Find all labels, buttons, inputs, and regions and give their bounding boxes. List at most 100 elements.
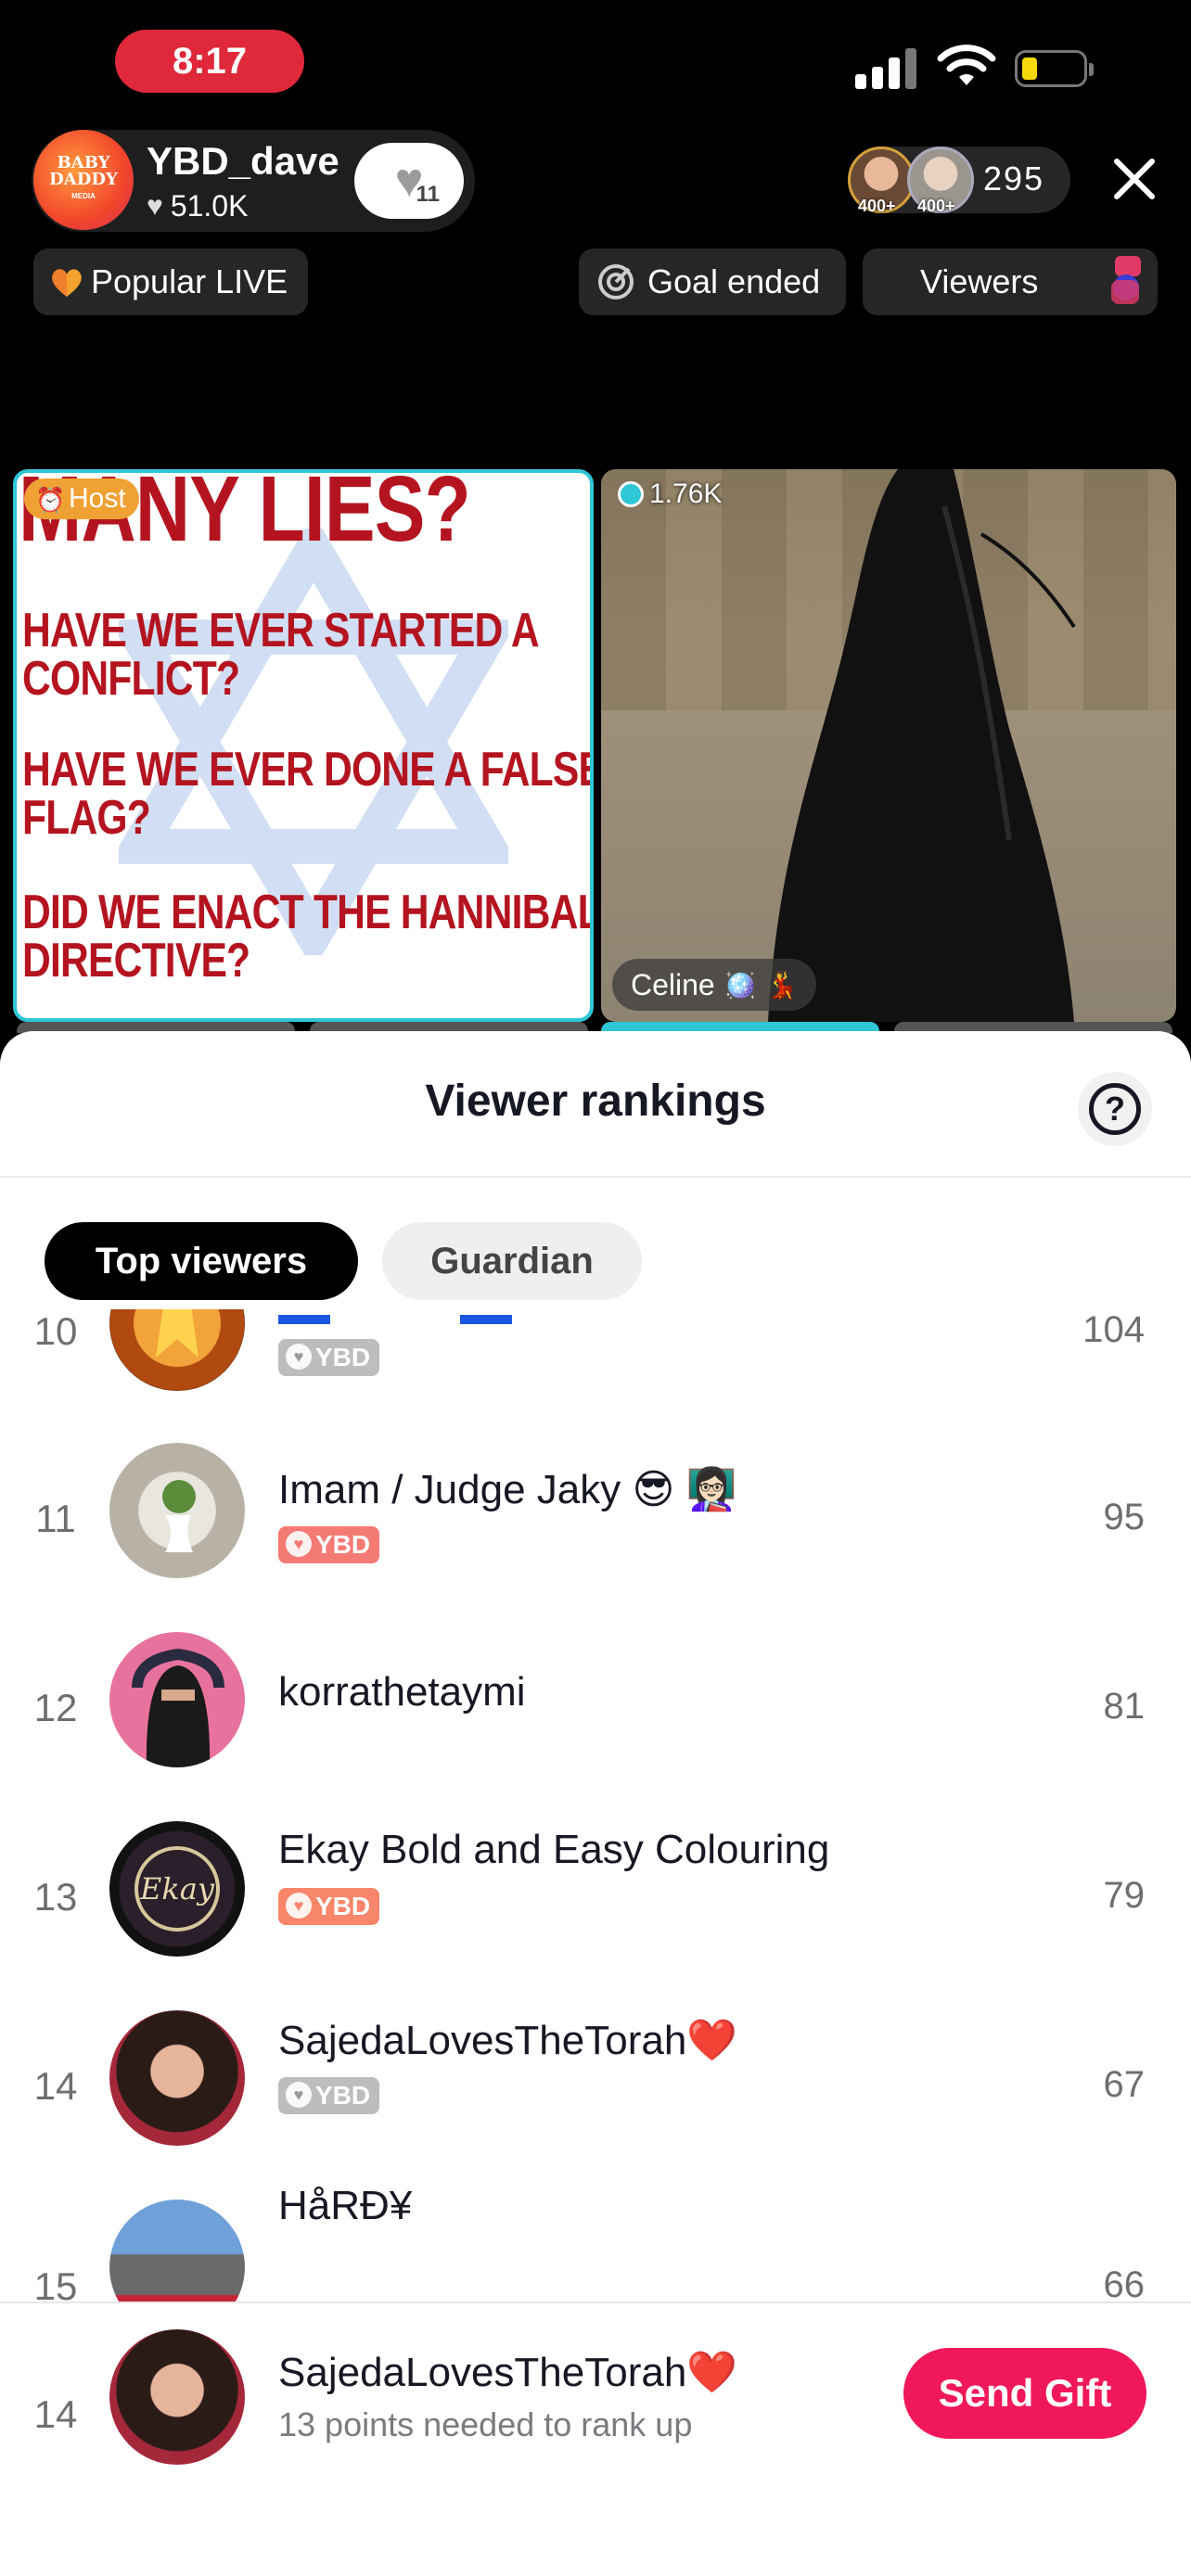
divider [0, 1176, 1191, 1178]
alarm-icon: ⏰ [35, 486, 66, 514]
list-item[interactable]: 13 Ekay Ekay Bold and Easy Colouring ♥ Y… [0, 1793, 1191, 1983]
slide-line: DIRECTIVE? [22, 934, 250, 988]
help-button[interactable]: ? [1078, 1072, 1152, 1146]
frog-figure-icon [162, 1480, 196, 1552]
question-icon: ? [1089, 1083, 1141, 1135]
list-item[interactable]: 12 korrathetaymi 81 [0, 1604, 1191, 1793]
fan-heart-icon: ♥ [286, 1344, 312, 1370]
close-icon[interactable] [1109, 154, 1159, 204]
heart-icon: ♥ [147, 190, 163, 222]
points: 79 [1103, 1875, 1146, 1916]
host-name[interactable]: YBD_dave [147, 139, 339, 184]
rank-number: 13 [33, 1875, 78, 1919]
disco-ball-icon: 🪩 [724, 970, 757, 1000]
points: 66 [1103, 2264, 1146, 2305]
viewer-rankings-sheet: Viewer rankings ? Top viewers Guardian 1… [0, 1031, 1191, 2576]
list-item[interactable]: 10 ♥ YBD 104 [0, 1309, 1191, 1415]
popular-live-button[interactable]: Popular LIVE [33, 249, 308, 315]
avatar[interactable] [109, 1632, 245, 1767]
host-video-panel[interactable]: MANY LIES? HAVE WE EVER STARTED A CONFLI… [13, 469, 594, 1022]
list-item[interactable]: 14 SajedaLovesTheTorah❤️ ♥ YBD 67 [0, 1983, 1191, 2172]
censored-name-bar [460, 1315, 512, 1324]
host-avatar-logo-text: BABY DADDY [49, 153, 118, 189]
fan-badge: ♥ YBD [278, 1888, 380, 1925]
send-gift-button[interactable]: Send Gift [903, 2348, 1146, 2439]
slide-line: HAVE WE EVER STARTED A [22, 604, 540, 657]
viewers-button[interactable]: Viewers [863, 249, 1158, 315]
popular-live-label: Popular LIVE [91, 262, 288, 300]
popular-heart-icon [52, 269, 82, 297]
ekay-logo-icon: Ekay [134, 1846, 220, 1932]
host-avatar-logo-sub: MEDIA [71, 192, 96, 200]
wifi-icon [937, 45, 996, 85]
guest-name-tag[interactable]: Celine 🪩 💃 [612, 959, 817, 1011]
avatar[interactable] [109, 1309, 245, 1391]
points: 81 [1103, 1686, 1146, 1727]
target-icon [598, 264, 634, 300]
host-avatar[interactable]: BABY DADDY MEDIA [33, 130, 134, 230]
game-character-icon [1111, 256, 1141, 304]
username[interactable]: HåRĐ¥ [278, 2183, 412, 2229]
goal-ended-button[interactable]: Goal ended [579, 249, 846, 315]
fan-badge-label: YBD [315, 1530, 371, 1559]
guest-score-badge: 1.76K [618, 478, 722, 510]
username[interactable]: SajedaLovesTheTorah❤️ [278, 2016, 737, 2064]
veiled-figure [768, 469, 1076, 1022]
slide-line: FLAG? [22, 791, 151, 845]
fan-heart-icon: ♥ [286, 1893, 312, 1919]
viewer-avatar[interactable]: 400+ [907, 147, 974, 215]
score-icon [618, 481, 644, 507]
guest-name: Celine [631, 967, 715, 1001]
status-time: 8:17 [115, 30, 304, 93]
dancer-icon: 💃 [765, 970, 799, 1000]
censored-name-bar [278, 1315, 330, 1324]
my-avatar[interactable] [109, 2329, 245, 2465]
rank-number: 10 [33, 1309, 78, 1353]
tab-top-viewers[interactable]: Top viewers [45, 1222, 358, 1300]
username[interactable]: Imam / Judge Jaky 😎 👩🏻‍🏫 [278, 1465, 736, 1513]
rank-number: 12 [33, 1686, 78, 1729]
fan-heart-icon: ♥ [286, 1531, 312, 1557]
points: 104 [1082, 1309, 1145, 1350]
battery-icon [1015, 50, 1094, 87]
fan-badge: ♥ YBD [278, 2077, 380, 2114]
rank-up-hint: 13 points needed to rank up [278, 2405, 693, 2443]
viewer-avatar[interactable]: 400+ [848, 147, 915, 215]
avatar[interactable] [109, 1443, 245, 1578]
viewer-count[interactable]: 295 [983, 159, 1044, 198]
viewer-avatar-badge: 400+ [858, 197, 896, 215]
host-likes: ♥ 51.0K [147, 189, 248, 223]
avatar[interactable] [109, 2010, 245, 2146]
rank-number: 11 [35, 1497, 76, 1540]
fan-badge-label: YBD [315, 1892, 371, 1920]
host-gift-count: 11 [416, 182, 440, 207]
fan-badge-label: YBD [315, 2081, 371, 2110]
fan-badge-label: YBD [315, 1343, 371, 1371]
list-item[interactable]: 11 Imam / Judge Jaky 😎 👩🏻‍🏫 ♥ YBD 95 [0, 1415, 1191, 1604]
fan-badge: ♥ YBD [278, 1339, 380, 1376]
username[interactable]: Ekay Bold and Easy Colouring [278, 1827, 829, 1873]
points: 67 [1103, 2064, 1146, 2105]
veiled-woman-icon [132, 1648, 224, 1767]
avatar[interactable]: Ekay [109, 1821, 245, 1957]
rankings-list[interactable]: 10 ♥ YBD 104 11 Imam / Judge Jaky 😎 👩🏻‍🏫… [0, 1309, 1191, 2396]
host-badge: ⏰ Host [24, 478, 139, 519]
guest-score: 1.76K [649, 478, 723, 509]
svg-text:Ekay: Ekay [139, 1871, 215, 1906]
tab-guardian[interactable]: Guardian [382, 1222, 642, 1300]
fan-heart-icon: ♥ [286, 2082, 312, 2108]
my-username: SajedaLovesTheTorah❤️ [278, 2350, 738, 2395]
goal-ended-label: Goal ended [647, 262, 821, 300]
slide-line: DID WE ENACT THE HANNIBAL [22, 886, 594, 939]
slide-line: CONFLICT? [22, 652, 240, 706]
my-rank-number: 14 [33, 2392, 78, 2436]
slide-line: HAVE WE EVER DONE A FALSE [22, 743, 594, 797]
host-badge-label: Host [69, 483, 126, 514]
guest-video-panel[interactable] [601, 469, 1176, 1022]
username[interactable]: korrathetaymi [278, 1669, 526, 1715]
host-gift-button[interactable]: ♥ 11 [354, 143, 464, 219]
host-likes-count: 51.0K [170, 189, 249, 223]
cellular-signal-icon [855, 46, 916, 89]
my-rank-footer: 14 SajedaLovesTheTorah❤️ 13 points neede… [0, 2302, 1191, 2576]
points: 95 [1103, 1497, 1146, 1537]
